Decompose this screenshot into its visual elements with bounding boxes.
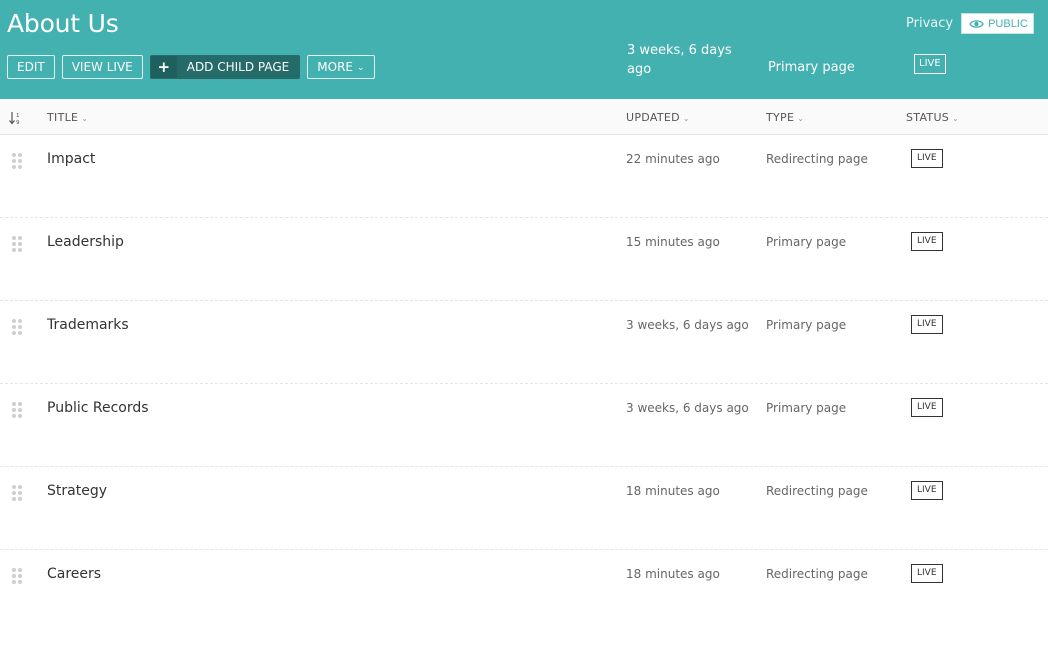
add-child-page-button[interactable]: + Add child page	[149, 55, 301, 79]
svg-text:1: 1	[16, 113, 20, 119]
chevron-down-icon: ⌄	[952, 114, 960, 123]
column-status[interactable]: Status ⌄	[906, 111, 959, 124]
page-actions: Edit View live + Add child page More ⌄	[7, 55, 375, 79]
status-badge: LIVE	[911, 149, 943, 168]
table-row: Impact 22 minutes ago Redirecting page L…	[0, 135, 1048, 218]
row-type: Primary page	[766, 401, 847, 415]
row-updated: 3 weeks, 6 days ago	[626, 401, 749, 415]
sort-order-icon[interactable]: 1 9	[9, 111, 21, 125]
page-type: Primary page	[768, 60, 855, 75]
column-title-label: Title	[47, 111, 79, 124]
table-header: Title ⌄ Updated ⌄ Type ⌄ Status ⌄	[0, 99, 1048, 135]
plus-icon: +	[150, 56, 177, 78]
edit-button[interactable]: Edit	[7, 55, 55, 79]
row-updated: 3 weeks, 6 days ago	[626, 318, 749, 332]
row-updated: 22 minutes ago	[626, 152, 720, 166]
chevron-down-icon: ⌄	[81, 114, 89, 123]
page-updated: 3 weeks, 6 days ago	[627, 43, 732, 77]
privacy-button[interactable]: PUBLIC	[961, 13, 1034, 34]
row-type: Redirecting page	[766, 152, 868, 166]
chevron-down-icon: ⌄	[797, 114, 805, 123]
eye-icon	[969, 19, 984, 28]
column-type-label: Type	[766, 111, 795, 124]
more-button[interactable]: More ⌄	[307, 55, 375, 79]
row-type: Primary page	[766, 318, 847, 332]
drag-handle-icon[interactable]	[11, 567, 23, 585]
status-badge: LIVE	[911, 481, 943, 500]
column-updated-label: Updated	[626, 111, 680, 124]
privacy-value: PUBLIC	[988, 17, 1028, 30]
column-type[interactable]: Type ⌄	[766, 111, 804, 124]
privacy-control: Privacy PUBLIC	[906, 13, 1034, 34]
row-updated: 18 minutes ago	[626, 484, 720, 498]
page-title-link[interactable]: Public Records	[47, 400, 149, 416]
row-updated: 15 minutes ago	[626, 235, 720, 249]
table-row: Leadership 15 minutes ago Primary page L…	[0, 218, 1048, 301]
row-type: Primary page	[766, 235, 847, 249]
page-title: About Us	[7, 9, 119, 38]
page-title-link[interactable]: Trademarks	[47, 317, 129, 333]
row-updated: 18 minutes ago	[626, 567, 720, 581]
view-live-button[interactable]: View live	[61, 55, 143, 79]
add-child-page-label: Add child page	[186, 60, 290, 74]
status-badge: LIVE	[911, 398, 943, 417]
page-title-link[interactable]: Leadership	[47, 234, 124, 250]
drag-handle-icon[interactable]	[11, 318, 23, 336]
chevron-down-icon: ⌄	[682, 114, 690, 123]
row-type: Redirecting page	[766, 484, 868, 498]
table-row: Trademarks 3 weeks, 6 days ago Primary p…	[0, 301, 1048, 384]
column-updated[interactable]: Updated ⌄	[626, 111, 690, 124]
drag-handle-icon[interactable]	[11, 401, 23, 419]
status-badge: LIVE	[911, 564, 943, 583]
drag-handle-icon[interactable]	[11, 484, 23, 502]
status-badge: LIVE	[911, 232, 943, 251]
drag-handle-icon[interactable]	[11, 152, 23, 170]
svg-text:9: 9	[16, 120, 20, 125]
page-title-link[interactable]: Impact	[47, 151, 95, 167]
page-header: About Us Edit View live + Add child page…	[0, 0, 1048, 99]
privacy-label: Privacy	[906, 16, 954, 31]
column-title[interactable]: Title ⌄	[47, 111, 88, 124]
table-row: Careers 18 minutes ago Redirecting page …	[0, 550, 1048, 633]
table-row: Public Records 3 weeks, 6 days ago Prima…	[0, 384, 1048, 467]
drag-handle-icon[interactable]	[11, 235, 23, 253]
chevron-down-icon: ⌄	[357, 63, 365, 73]
row-type: Redirecting page	[766, 567, 868, 581]
page-list: Impact 22 minutes ago Redirecting page L…	[0, 135, 1048, 633]
page-title-link[interactable]: Careers	[47, 566, 101, 582]
more-label: More	[317, 60, 353, 74]
table-row: Strategy 18 minutes ago Redirecting page…	[0, 467, 1048, 550]
column-status-label: Status	[906, 111, 950, 124]
page-title-link[interactable]: Strategy	[47, 483, 107, 499]
status-badge: LIVE	[911, 315, 943, 334]
page-status-badge: LIVE	[914, 54, 946, 74]
